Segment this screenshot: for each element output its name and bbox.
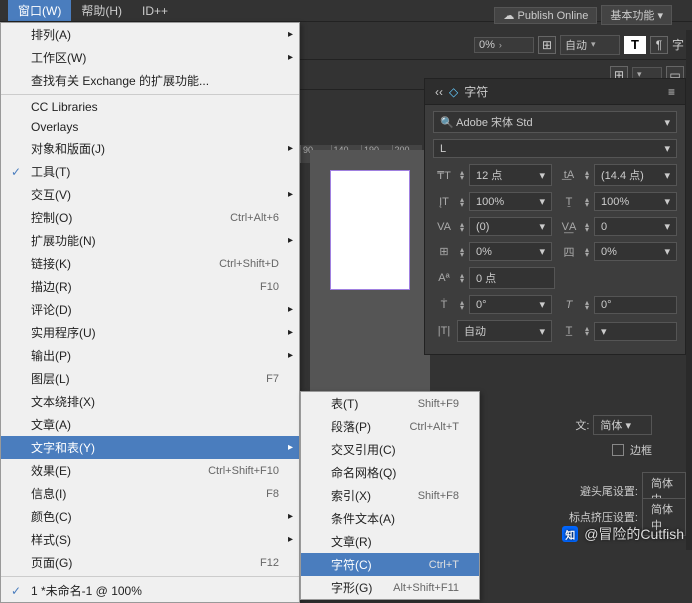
baseline-shift-field[interactable]: 0 点	[469, 267, 555, 289]
submenu-item[interactable]: 字符(C)Ctrl+T	[301, 553, 479, 576]
opacity-field[interactable]: 0%›	[474, 37, 534, 53]
menu-item[interactable]: 工具(T)	[1, 160, 299, 183]
submenu-item[interactable]: 命名网格(Q)	[301, 461, 479, 484]
skew-field[interactable]: 0°▾	[469, 295, 552, 314]
language-label: 文:	[575, 417, 589, 433]
t-icon2: T̲	[558, 325, 580, 337]
border-label: 边框	[630, 442, 652, 458]
panel-menu-icon[interactable]: ≡	[668, 85, 675, 99]
menu-item[interactable]: 效果(E)Ctrl+Shift+F10	[1, 459, 299, 482]
collapse-icon[interactable]: ‹‹	[435, 85, 443, 99]
char-button[interactable]: 字	[672, 36, 684, 53]
kerning-icon: VA	[433, 221, 455, 233]
border-option[interactable]: 边框	[612, 442, 652, 458]
baseline-shift-icon: Aª	[433, 272, 455, 284]
submenu-item[interactable]: 字形(G)Alt+Shift+F11	[301, 576, 479, 599]
leading-field[interactable]: (14.4 点)▾	[594, 164, 677, 186]
menu-item[interactable]: 查找有关 Exchange 的扩展功能...	[1, 69, 299, 92]
menu-item[interactable]: 描边(R)F10	[1, 275, 299, 298]
menu-help[interactable]: 帮助(H)	[71, 0, 132, 21]
menu-item[interactable]: 输出(P)	[1, 344, 299, 367]
menu-item[interactable]: 扩展功能(N)	[1, 229, 299, 252]
menu-item[interactable]: CC Libraries	[1, 97, 299, 117]
hscale-field[interactable]: 100%▾	[594, 192, 677, 211]
panel-header[interactable]: ‹‹ ◇ 字符 ≡	[425, 79, 685, 105]
baseline-pct-field[interactable]: 0%▾	[469, 242, 552, 261]
tracking-icon: V͟A	[558, 221, 580, 233]
menu-item[interactable]: 文章(A)	[1, 413, 299, 436]
text-table-submenu: 表(T)Shift+F9段落(P)Ctrl+Alt+T交叉引用(C)命名网格(Q…	[300, 391, 480, 600]
hscale-icon: Ṯ	[558, 196, 580, 208]
t-field2[interactable]: ▾	[594, 322, 677, 341]
menu-item[interactable]: 交互(V)	[1, 183, 299, 206]
leading-icon: t͟A	[558, 169, 580, 181]
submenu-item[interactable]: 索引(X)Shift+F8	[301, 484, 479, 507]
character-panel: ‹‹ ◇ 字符 ≡ 🔍 Adobe 宋体 Std▾ L▾ ₸T▴▾12 点▾ t…	[424, 78, 686, 355]
auto-field[interactable]: 自动▾	[560, 35, 620, 55]
zhihu-icon: 知	[562, 526, 578, 542]
vscale-field[interactable]: 100%▾	[469, 192, 552, 211]
submenu-item[interactable]: 条件文本(A)	[301, 507, 479, 530]
menu-item[interactable]: 排列(A)	[1, 23, 299, 46]
align-icon[interactable]: ⊞	[538, 36, 556, 54]
kerning-field[interactable]: (0)▾	[469, 217, 552, 236]
border-checkbox[interactable]	[612, 444, 624, 456]
menu-item[interactable]: 实用程序(U)	[1, 321, 299, 344]
punct-label: 标点挤压设置:	[569, 509, 638, 525]
font-size-icon: ₸T	[433, 169, 455, 182]
publish-button[interactable]: ☁ Publish Online	[494, 7, 597, 24]
menu-item[interactable]: 样式(S)	[1, 528, 299, 551]
top-controls: ☁ Publish Online 基本功能 ▾	[494, 0, 672, 30]
window-menu-dropdown: 排列(A)工作区(W)查找有关 Exchange 的扩展功能... CC Libr…	[0, 22, 300, 603]
menu-item[interactable]: 页面(G)F12	[1, 551, 299, 574]
tracking-field[interactable]: 0▾	[594, 217, 677, 236]
language-row: 文: 简体 ▾	[575, 415, 652, 435]
menu-item[interactable]: 工作区(W)	[1, 46, 299, 69]
text-tool-icon[interactable]: T	[624, 36, 646, 54]
font-family-field[interactable]: 🔍 Adobe 宋体 Std▾	[433, 111, 677, 133]
auto-field[interactable]: 自动▾	[457, 320, 552, 342]
workspace-dropdown[interactable]: 基本功能 ▾	[601, 5, 672, 25]
page[interactable]	[330, 170, 410, 290]
panel-title: 字符	[464, 83, 488, 100]
avoid-head-label: 避头尾设置:	[580, 483, 638, 499]
watermark: 知 @冒险的Cutfish	[562, 524, 684, 544]
menu-item[interactable]: 链接(K)Ctrl+Shift+D	[1, 252, 299, 275]
menu-item[interactable]: 信息(I)F8	[1, 482, 299, 505]
menu-item[interactable]: 文本绕排(X)	[1, 390, 299, 413]
menu-item[interactable]: 控制(O)Ctrl+Alt+6	[1, 206, 299, 229]
tsume-field[interactable]: 0%▾	[594, 242, 677, 261]
t-auto-icon: |T|	[433, 325, 455, 337]
language-dropdown[interactable]: 简体 ▾	[593, 415, 652, 435]
vscale-icon: ĮT	[433, 196, 455, 208]
submenu-item[interactable]: 交叉引用(C)	[301, 438, 479, 461]
rotate-field[interactable]: 0°	[594, 296, 677, 314]
skew-icon: Ṫ	[433, 299, 455, 311]
para-icon[interactable]: ¶	[650, 36, 668, 54]
baseline-pct-icon: ⊞	[433, 245, 455, 258]
rotate-icon: T	[558, 299, 580, 311]
menu-window[interactable]: 窗口(W)	[8, 0, 71, 21]
submenu-item[interactable]: 表(T)Shift+F9	[301, 392, 479, 415]
menu-item[interactable]: 对象和版面(J)	[1, 137, 299, 160]
tsume-icon: 四	[558, 244, 580, 260]
menu-item[interactable]: Overlays	[1, 117, 299, 137]
menu-item[interactable]: 图层(L)F7	[1, 367, 299, 390]
submenu-item[interactable]: 段落(P)Ctrl+Alt+T	[301, 415, 479, 438]
font-size-field[interactable]: 12 点▾	[469, 164, 552, 186]
menu-idpp[interactable]: ID++	[132, 2, 178, 20]
menu-item[interactable]: 文字和表(Y)	[1, 436, 299, 459]
font-style-field[interactable]: L▾	[433, 139, 677, 158]
menu-item[interactable]: 1 *未命名-1 @ 100%	[1, 579, 299, 602]
panel-dock-strip[interactable]	[686, 30, 692, 550]
menu-item[interactable]: 评论(D)	[1, 298, 299, 321]
menu-item[interactable]: 颜色(C)	[1, 505, 299, 528]
